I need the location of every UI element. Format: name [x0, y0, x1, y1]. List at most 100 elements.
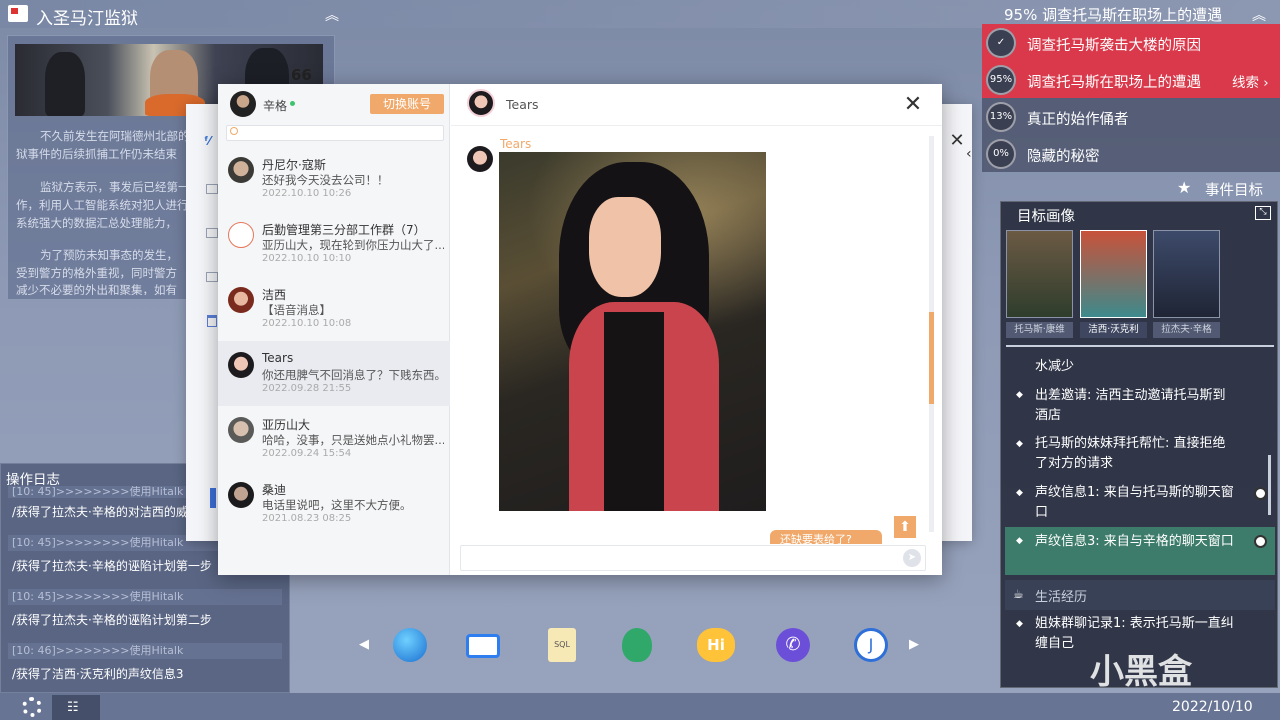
sql-file-icon[interactable]: SQL — [548, 628, 576, 662]
log-title: 操作日志 — [6, 472, 60, 488]
objective-text: 调查托马斯在职场上的遭遇 — [1027, 75, 1201, 91]
clue-text[interactable]: 托马斯的妹妹拜托帮忙: 直接拒绝了对方的请求 — [1035, 434, 1235, 473]
section-title: 生活经历 — [1035, 590, 1088, 605]
switch-account-button[interactable]: 切换账号 — [370, 94, 444, 114]
security-shield-icon[interactable] — [622, 628, 652, 662]
settings-gear-icon[interactable] — [22, 697, 42, 717]
collapse-objectives-icon[interactable]: ︽ — [1252, 5, 1266, 25]
active-indicator — [210, 488, 216, 508]
clue-text: 水减少 — [1035, 359, 1075, 374]
contact-time: 2022.09.28 21:55 — [262, 383, 352, 394]
message-sender-avatar — [467, 146, 493, 172]
contact-last-message: 哈哈，没事，只是送她点小礼物罢... — [262, 433, 444, 447]
contact-name: 洁西 — [262, 288, 287, 302]
contact-avatar — [228, 417, 254, 443]
case-title: 入圣马汀监狱 — [36, 9, 138, 29]
objective-progress-badge: 95% — [986, 65, 1016, 95]
trash-icon[interactable] — [207, 315, 217, 327]
clue-link[interactable]: 线索 › — [1232, 71, 1269, 91]
portrait-jessie[interactable] — [1080, 230, 1147, 318]
objective-check-badge: ✓ — [986, 28, 1016, 58]
task-list-button[interactable]: ☷ — [52, 695, 100, 720]
log-message: /获得了洁西·沃克利的声纹信息3 — [12, 667, 184, 681]
log-message: /获得了拉杰夫·辛格的诬陷计划第二步 — [12, 613, 212, 627]
chat-bubble-icon — [1254, 535, 1267, 548]
collapse-arrow-icon[interactable]: ‹ — [966, 146, 972, 162]
bullet-icon: ◆ — [1016, 536, 1023, 546]
online-status-dot — [290, 101, 295, 106]
contact-last-message: 还好我今天没去公司！！ — [262, 173, 389, 187]
portrait-thomas[interactable] — [1006, 230, 1073, 318]
contact-last-message: 【语音消息】 — [262, 303, 331, 317]
drafts-icon[interactable] — [206, 272, 218, 282]
clue-text[interactable]: 出差邀请: 洁西主动邀请托马斯到酒店 — [1035, 386, 1235, 425]
chat-scrollbar-thumb[interactable] — [929, 312, 934, 404]
dock-prev-arrow-icon[interactable]: ◀ — [359, 637, 369, 652]
shared-photo-message[interactable] — [499, 152, 766, 511]
case-file-icon — [8, 5, 28, 22]
comic-number: 66 — [291, 66, 312, 84]
log-time: [10: 45]>>>>>>>>使用Hitalk — [8, 589, 282, 605]
dock-next-arrow-icon[interactable]: ▶ — [909, 637, 919, 652]
search-icon — [230, 127, 238, 135]
hook-app-icon[interactable]: J — [854, 628, 888, 662]
contact-avatar — [228, 482, 254, 508]
mail-icon[interactable] — [466, 634, 500, 658]
contact-last-message: 亚历山大，现在轮到你压力山大了... — [262, 238, 444, 252]
star-icon: ★ — [1177, 178, 1192, 197]
divider — [1006, 345, 1274, 347]
clue-scrollbar[interactable] — [1268, 455, 1271, 515]
contact-search-input[interactable] — [226, 125, 444, 141]
log-message: /获得了拉杰夫·辛格的对洁西的威 — [12, 505, 188, 519]
bullet-icon: ◆ — [1016, 390, 1023, 400]
expand-icon[interactable]: ⤡ — [1255, 206, 1271, 220]
contact-name: Tears — [262, 351, 294, 365]
contact-name: 后勤管理第三分部工作群（7） — [262, 223, 426, 237]
collapse-chevron-icon[interactable]: ︽ — [325, 5, 339, 25]
bullet-icon: ◆ — [1016, 488, 1023, 498]
group-chat-icon — [228, 222, 254, 248]
objective-progress-badge: 0% — [986, 139, 1016, 169]
upload-arrow-icon[interactable]: ⬆ — [894, 516, 916, 538]
contact-time: 2022.09.24 15:54 — [262, 448, 352, 459]
top-objective-progress: 95% 调查托马斯在职场上的遭遇 — [1004, 6, 1223, 24]
close-chat-icon[interactable]: ✕ — [902, 92, 924, 117]
contact-time: 2022.10.10 10:08 — [262, 318, 352, 329]
portrait-label: 拉杰夫·辛格 — [1153, 322, 1220, 338]
bottom-bar — [0, 693, 1280, 720]
log-time: [10: 46]>>>>>>>>使用Hitalk — [8, 643, 282, 659]
clue-text[interactable]: 声纹信息3: 来自与辛格的聊天窗口 — [1035, 532, 1235, 552]
objective-text: 调查托马斯袭击大楼的原因 — [1027, 38, 1201, 54]
objective-text: 真正的始作俑者 — [1027, 112, 1129, 128]
contact-avatar — [228, 287, 254, 313]
bullet-icon: ◆ — [1016, 439, 1023, 449]
target-panel-title: 目标画像 — [1017, 209, 1075, 225]
contact-avatar — [228, 352, 254, 378]
portrait-rajeev[interactable] — [1153, 230, 1220, 318]
message-input[interactable] — [460, 545, 926, 571]
phone-icon[interactable]: ✆ — [776, 628, 810, 662]
chat-bubble-icon — [1254, 487, 1267, 500]
portrait-label: 洁西·沃克利 — [1080, 322, 1147, 338]
message-sender-name: Tears — [500, 137, 532, 151]
contact-name: 丹尼尔·寇斯 — [262, 158, 326, 172]
event-goal-label: 事件目标 — [1205, 183, 1263, 199]
coffee-icon: ☕ — [1013, 587, 1024, 601]
watermark: 小黑盒 — [1090, 652, 1192, 692]
contact-name: 桑迪 — [262, 483, 287, 497]
chat-contact-name: Tears — [506, 97, 539, 112]
date-display: 2022/10/10 — [1172, 699, 1253, 715]
portrait-label: 托马斯·康维 — [1006, 322, 1073, 338]
log-message: /获得了拉杰夫·辛格的诬陷计划第一步 — [12, 559, 212, 573]
send-icon[interactable]: ➤ — [903, 549, 921, 567]
contact-name: 亚历山大 — [262, 418, 311, 432]
objective-text: 隐藏的秘密 — [1027, 149, 1100, 165]
outgoing-message-bubble: 还缺要表给了? — [770, 530, 882, 544]
bullet-icon: ◆ — [1016, 619, 1023, 629]
clue-text[interactable]: 声纹信息1: 来自与托马斯的聊天窗口 — [1035, 483, 1235, 522]
outbox-icon[interactable] — [206, 228, 218, 238]
inbox-icon[interactable] — [206, 184, 218, 194]
account-avatar — [230, 91, 256, 117]
hi-chat-icon[interactable]: Hi — [697, 628, 735, 662]
browser-icon[interactable] — [393, 628, 427, 662]
